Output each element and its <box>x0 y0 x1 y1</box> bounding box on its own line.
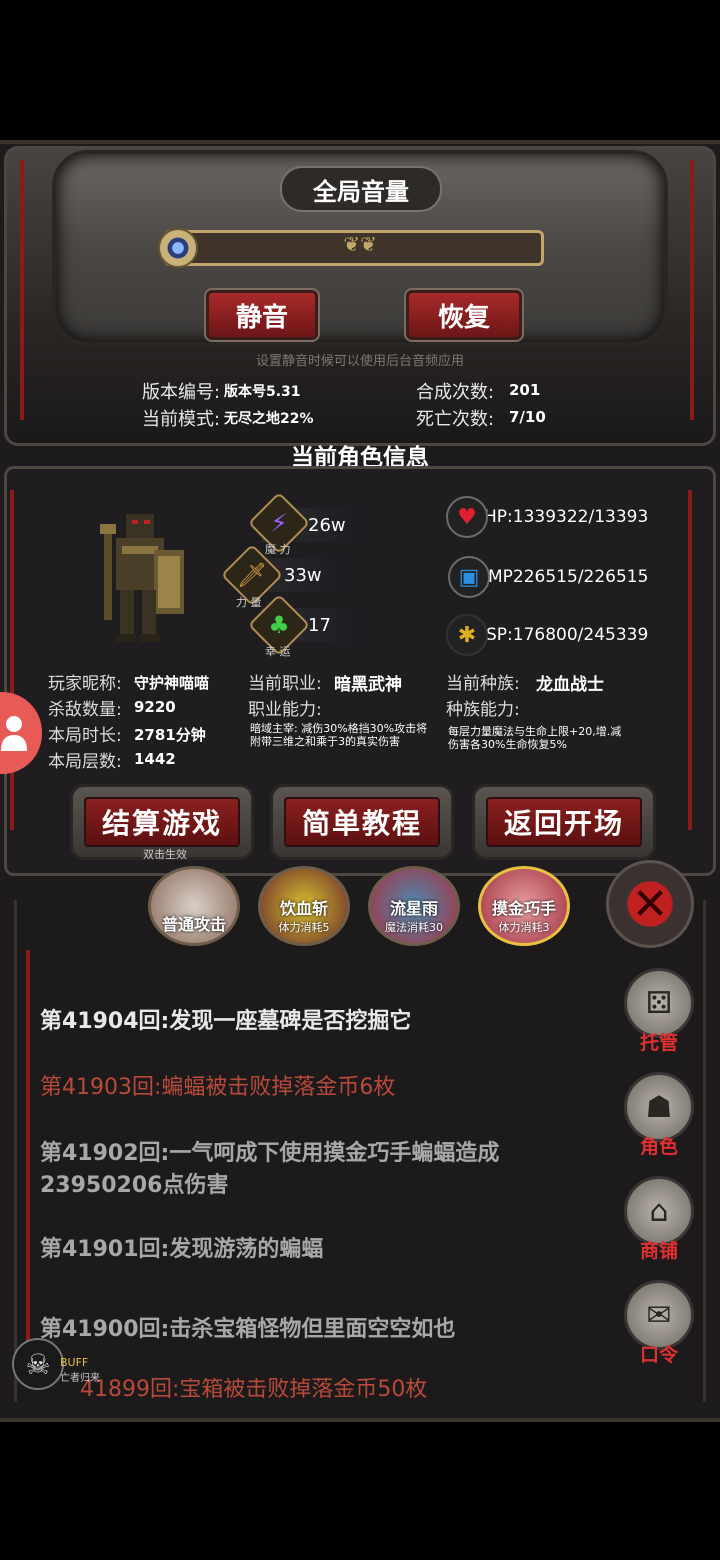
mp-row: MP226515/226515 <box>488 557 664 597</box>
log-entry: 第41904回:发现一座墓碑是否挖掘它 <box>40 1009 412 1034</box>
skill-blood-slash[interactable]: 饮血斩体力消耗5 <box>258 866 350 946</box>
tutorial-button[interactable]: 简单教程 <box>270 784 454 860</box>
shop-label[interactable]: 商铺 <box>624 1236 694 1263</box>
buff-name: 亡者归来 <box>60 1373 100 1384</box>
player-name-value: 守护神喵喵 <box>134 674 210 692</box>
clover-icon: ♣ <box>268 611 290 639</box>
mode-label: 当前模式: <box>142 409 221 430</box>
back-to-start-label: 返回开场 <box>486 797 642 847</box>
mute-button[interactable]: 静音 <box>204 288 320 342</box>
sp-value: SP:176800/245339 <box>486 625 649 645</box>
kills-label: 杀敌数量: <box>48 700 122 720</box>
left-red-trim <box>10 490 14 830</box>
skill-normal-attack[interactable]: 普通攻击 <box>148 866 240 946</box>
restore-button[interactable]: 恢复 <box>404 288 524 342</box>
floor-value: 1442 <box>134 750 176 768</box>
synth-count-label: 合成次数: <box>416 382 495 403</box>
skill-gold-touch-cost: 体力消耗3 <box>498 921 550 934</box>
version-label: 版本编号: <box>142 382 221 403</box>
mute-hint: 设置静音时候可以使用后台音频应用 <box>255 354 464 369</box>
kills-value: 9220 <box>134 698 176 716</box>
job-value: 暗黑武神 <box>334 675 402 695</box>
skill-meteor-rain[interactable]: 流星雨魔法消耗30 <box>368 866 460 946</box>
version-value: 版本号5.31 <box>224 384 301 400</box>
back-to-start-button[interactable]: 返回开场 <box>472 784 656 860</box>
log-entry: 第41900回:击杀宝箱怪物但里面空空如也 <box>40 1317 456 1342</box>
stamina-icon: ✱ <box>446 614 488 656</box>
buff-label: BUFF <box>60 1356 89 1369</box>
tutorial-label: 简单教程 <box>284 797 440 847</box>
heart-icon: ♥ <box>446 496 488 538</box>
volume-slider-knob[interactable] <box>158 228 198 268</box>
person-icon <box>1 716 27 751</box>
sp-row: SP:176800/245339 <box>486 615 662 655</box>
skill-blood-slash-cost: 体力消耗5 <box>278 921 330 934</box>
skill-meteor-rain-cost: 魔法消耗30 <box>385 921 443 934</box>
skill-blood-slash-name: 饮血斩 <box>279 899 328 918</box>
log-entry: 41899回:宝箱被击败掉落金币50枚 <box>80 1378 428 1400</box>
skull-icon[interactable]: ☠ <box>12 1338 64 1390</box>
skill-gold-touch-name: 摸金巧手 <box>491 899 556 918</box>
death-count-label: 死亡次数: <box>416 409 495 430</box>
skill-gold-touch[interactable]: 摸金巧手体力消耗3 <box>478 866 570 946</box>
code-label[interactable]: 口令 <box>624 1340 694 1367</box>
auto-mode-label[interactable]: 托管 <box>624 1028 694 1055</box>
floor-label: 本局层数: <box>48 752 122 772</box>
race-ability-label: 种族能力: <box>446 700 520 720</box>
settle-game-label: 结算游戏 <box>84 797 240 847</box>
log-clip: 41899回:宝箱被击败掉落金币50枚 <box>0 1378 720 1400</box>
skill-meteor-rain-name: 流星雨 <box>389 899 438 918</box>
race-ability-text: 每层力量魔法与生命上限+20,增.减伤害各30%生命恢复5% <box>448 725 622 751</box>
race-value: 龙血战士 <box>536 675 604 695</box>
log-left-red-trim <box>26 950 30 1370</box>
job-ability-label: 职业能力: <box>248 700 322 720</box>
player-name-label: 玩家昵称: <box>48 674 122 694</box>
hp-value: HP:1339322/13393 <box>484 507 649 527</box>
sword-icon: 🗡 <box>236 561 268 589</box>
log-entry: 第41902回:一气呵成下使用摸金巧手蝙蝠造成23950206点伤害 <box>40 1141 500 1198</box>
lightning-icon: ⚡ <box>270 509 288 537</box>
mp-value: MP226515/226515 <box>488 567 649 587</box>
death-count-value: 7/10 <box>509 408 546 426</box>
stat-luck-caption: 幸 运 <box>265 645 291 658</box>
log-entry: 第41901回:发现游荡的蝙蝠 <box>40 1237 324 1262</box>
synth-count-value: 201 <box>509 381 541 399</box>
log-entry: 第41903回:蝙蝠被击败掉落金币6枚 <box>40 1075 396 1100</box>
character-sprite <box>100 514 184 642</box>
stat-strength-value: 33w <box>284 564 322 586</box>
right-red-trim <box>688 490 692 830</box>
time-label: 本局时长: <box>48 726 122 746</box>
time-value: 2781分钟 <box>134 726 206 744</box>
settle-caption: 双击生效 <box>143 848 187 861</box>
volume-title: 全局音量 <box>280 166 442 212</box>
race-label: 当前种族: <box>446 674 520 694</box>
slider-ornament: ❦❦ <box>343 232 377 256</box>
stat-magic-value: 26w <box>308 514 346 536</box>
job-label: 当前职业: <box>248 674 322 694</box>
left-red-trim-top <box>20 160 24 420</box>
close-icon[interactable]: ✕ <box>606 860 694 948</box>
character-menu-label[interactable]: 角色 <box>624 1132 694 1159</box>
skill-normal-attack-name: 普通攻击 <box>161 915 226 934</box>
mana-icon: ▣ <box>448 556 490 598</box>
mode-value: 无尽之地22% <box>224 411 314 427</box>
right-red-trim-top <box>690 160 694 420</box>
hp-row: HP:1339322/13393 <box>484 497 650 537</box>
job-ability-text: 暗域主宰: 减伤30%格挡30%攻击将附带三维之和乘于3的真实伤害 <box>250 722 428 748</box>
stat-luck-value: 17 <box>308 614 331 636</box>
